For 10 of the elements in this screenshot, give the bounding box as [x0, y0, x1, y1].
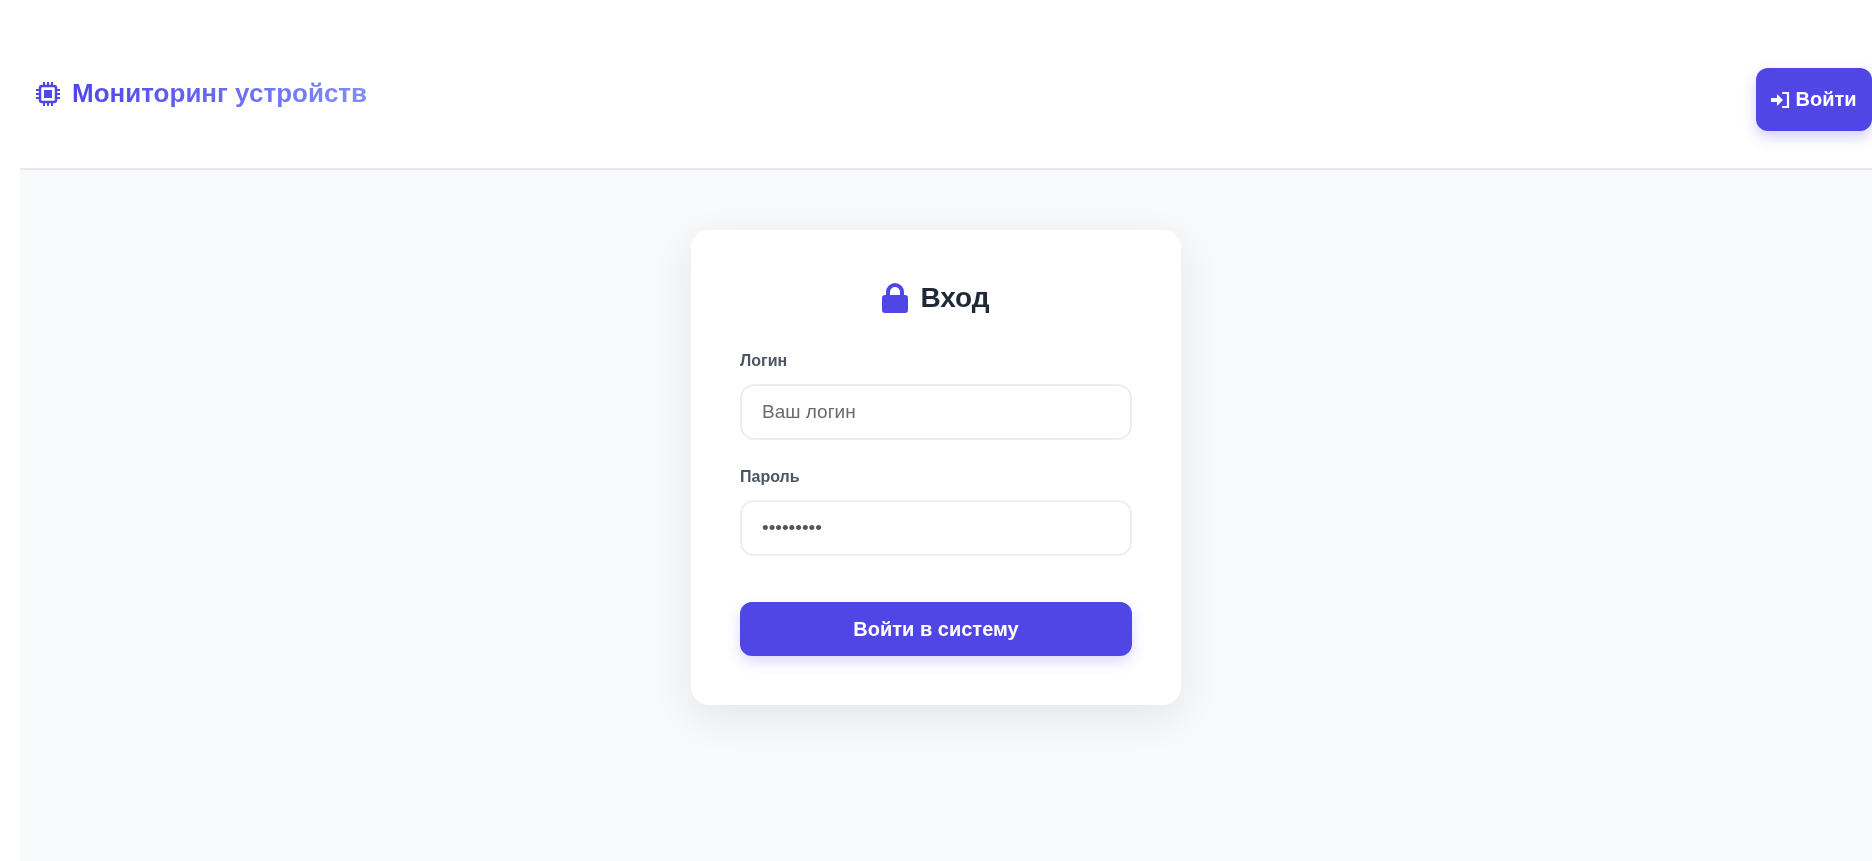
card-title: Вход	[920, 282, 990, 314]
password-field[interactable]: •••••••••	[740, 500, 1132, 556]
login-field[interactable]: Ваш логин	[740, 384, 1132, 440]
lock-icon	[882, 283, 909, 313]
chip-icon	[36, 81, 60, 106]
field-label: Логин	[740, 352, 789, 370]
login-button[interactable]: Войти	[1756, 68, 1872, 131]
field-label: Пароль	[740, 468, 801, 486]
sign-in-icon	[1771, 90, 1792, 109]
submit-button[interactable]: Войти в систему	[740, 602, 1132, 656]
